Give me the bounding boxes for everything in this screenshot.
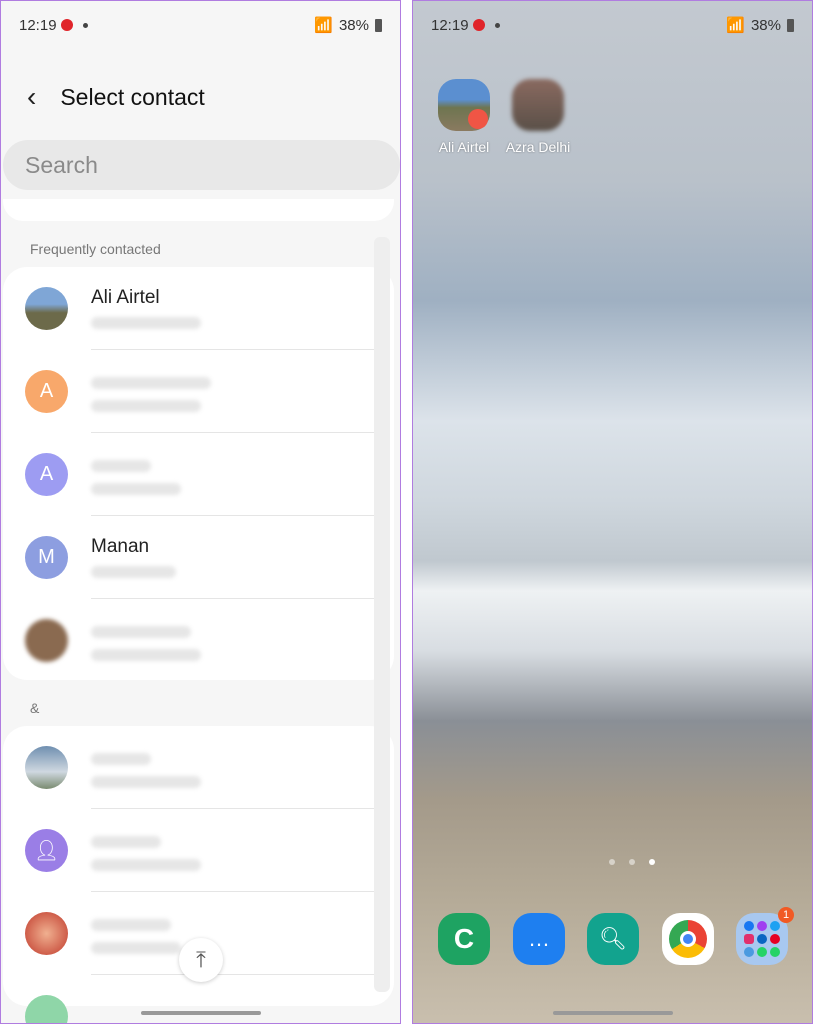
- status-bar: 12:19 📶 38%: [431, 15, 794, 35]
- page-dot[interactable]: [609, 859, 615, 865]
- avatar: A: [25, 453, 68, 496]
- shortcut-label: Azra Delhi: [505, 139, 571, 155]
- signal-icon: 📶: [726, 17, 745, 34]
- list-item[interactable]: [3, 726, 394, 809]
- messages-app-icon[interactable]: …: [513, 913, 565, 965]
- search-input[interactable]: Search: [3, 140, 400, 190]
- phone-app-icon[interactable]: C: [438, 913, 490, 965]
- contact-name: Ali Airtel: [91, 287, 160, 308]
- list-item[interactable]: A: [3, 433, 394, 516]
- list-item[interactable]: Ali Airtel: [3, 267, 394, 350]
- avatar: [25, 995, 68, 1023]
- avatar: [25, 746, 68, 789]
- frequent-contacts-card: Ali Airtel A A M Manan: [3, 267, 394, 680]
- shortcut-label: Ali Airtel: [438, 139, 490, 155]
- home-screen: 12:19 📶 38% Ali Airtel Azra Delhi C … 🔍︎ …: [412, 0, 813, 1024]
- contact-list-partial: [3, 199, 394, 221]
- chrome-app-icon[interactable]: [662, 913, 714, 965]
- shortcut-ali-airtel[interactable]: Ali Airtel: [429, 79, 499, 155]
- contact-shortcut-icon: [438, 79, 490, 131]
- avatar: [25, 287, 68, 330]
- list-item[interactable]: 👤︎: [3, 809, 394, 892]
- section-header: Frequently contacted: [30, 241, 161, 257]
- clock: 12:19: [431, 16, 469, 34]
- notification-icon: [472, 19, 485, 31]
- page-title: Select contact: [60, 83, 205, 110]
- battery-percent: 38%: [750, 16, 781, 34]
- clock: 12:19: [19, 16, 57, 34]
- search-app-icon[interactable]: 🔍︎: [587, 913, 639, 965]
- person-icon: 👤︎: [25, 829, 68, 872]
- contact-shortcut-icon: [512, 79, 564, 131]
- battery-icon: [375, 18, 382, 32]
- navigation-handle[interactable]: [141, 1011, 261, 1015]
- back-button[interactable]: ‹: [27, 83, 36, 111]
- contact-picker-screen: 12:19 📶 38% ‹ Select contact Search Frequ…: [0, 0, 401, 1024]
- list-item[interactable]: A: [3, 350, 394, 433]
- scroll-to-top-button[interactable]: ⤒: [179, 938, 223, 982]
- avatar: [25, 619, 68, 662]
- section-header: &: [30, 700, 40, 716]
- battery-percent: 38%: [338, 16, 369, 34]
- contact-name: Manan: [91, 536, 150, 557]
- more-notifications-icon: [82, 22, 88, 28]
- contact-badge-icon: [468, 109, 488, 129]
- social-folder-icon[interactable]: 1: [736, 907, 794, 965]
- page-dot[interactable]: [629, 859, 635, 865]
- avatar: [25, 912, 68, 955]
- navigation-handle[interactable]: [553, 1011, 673, 1015]
- index-scrollbar[interactable]: [374, 237, 390, 992]
- more-notifications-icon: [494, 22, 500, 28]
- list-item[interactable]: [3, 975, 394, 1023]
- list-item[interactable]: M Manan: [3, 516, 394, 599]
- notification-icon: [60, 19, 73, 31]
- battery-icon: [787, 18, 794, 32]
- avatar: A: [25, 370, 68, 413]
- status-bar: 12:19 📶 38%: [19, 15, 382, 35]
- page-dot-current[interactable]: [649, 859, 655, 865]
- signal-icon: 📶: [314, 17, 333, 34]
- list-item[interactable]: [3, 599, 394, 682]
- notification-badge: 1: [778, 907, 794, 923]
- avatar: M: [25, 536, 68, 579]
- shortcut-azra-delhi[interactable]: Azra Delhi: [503, 79, 573, 155]
